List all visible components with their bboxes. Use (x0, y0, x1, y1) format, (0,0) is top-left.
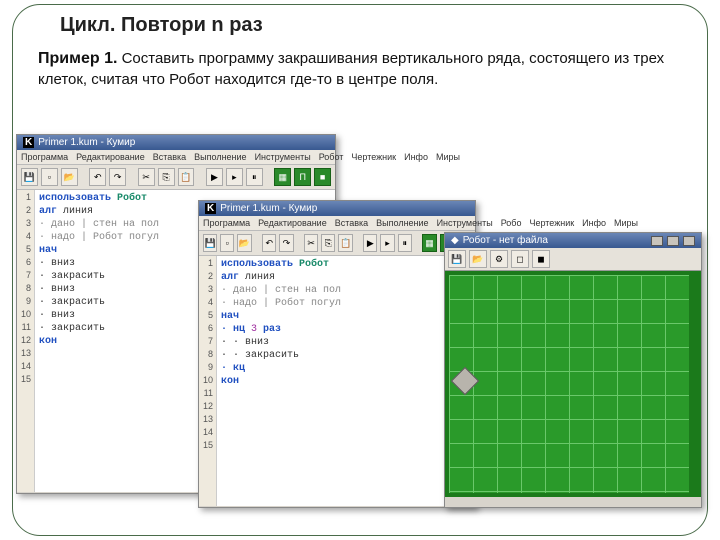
menu-item[interactable]: Вставка (335, 218, 368, 228)
menu-item[interactable]: Миры (614, 218, 638, 228)
window-title-1: Primer 1.kum - Кумир (38, 137, 135, 148)
grid-lines (449, 275, 689, 493)
paste-icon[interactable]: 📋 (338, 234, 352, 252)
paste-icon[interactable]: 📋 (178, 168, 195, 186)
menubar-1: Программа Редактирование Вставка Выполне… (17, 150, 335, 165)
app-icon: K (23, 137, 34, 148)
run-icon[interactable]: ▶ (206, 168, 223, 186)
menu-item[interactable]: Редактирование (76, 152, 145, 162)
menu-item[interactable]: Инструменты (255, 152, 311, 162)
titlebar-3: ◆ Робот - нет файла (445, 233, 701, 248)
step-icon[interactable]: ▸ (380, 234, 394, 252)
grid-icon[interactable]: ▦ (274, 168, 291, 186)
editor-area-2[interactable]: 123 456 789 101112 131415 использовать Р… (199, 256, 475, 506)
tool-icon[interactable]: ◼ (532, 250, 550, 268)
new-icon[interactable]: ▫ (41, 168, 58, 186)
tool-icon[interactable]: ⚙ (490, 250, 508, 268)
step-icon[interactable]: ▸ (226, 168, 243, 186)
tool-icon[interactable]: ◻ (511, 250, 529, 268)
save-icon[interactable]: 💾 (448, 250, 466, 268)
menu-item[interactable]: Инструменты (437, 218, 493, 228)
copy-icon[interactable]: ⎘ (158, 168, 175, 186)
robot-icon: ◆ (451, 235, 459, 246)
pause-icon[interactable]: ⏸ (398, 234, 412, 252)
cut-icon[interactable]: ✂ (304, 234, 318, 252)
menu-item[interactable]: Программа (21, 152, 68, 162)
example-label: Пример 1. (38, 50, 117, 67)
window-title-2: Primer 1.kum - Кумир (220, 203, 317, 214)
field-toolbar: 💾 📂 ⚙ ◻ ◼ (445, 248, 701, 271)
robot-grid[interactable] (449, 275, 689, 493)
open-icon[interactable]: 📂 (469, 250, 487, 268)
grid-icon[interactable]: ▦ (422, 234, 436, 252)
minimize-icon[interactable] (651, 236, 663, 246)
task-text: Составить программу закрашивания вертика… (38, 50, 664, 88)
field-body (445, 271, 701, 497)
line-gutter: 123 456 789 101112 131415 (17, 190, 35, 492)
titlebar-2: K Primer 1.kum - Кумир (199, 201, 475, 216)
save-icon[interactable]: 💾 (203, 234, 217, 252)
menu-item[interactable]: Инфо (404, 152, 428, 162)
new-icon[interactable]: ▫ (220, 234, 234, 252)
app-icon: K (205, 203, 216, 214)
square-icon[interactable]: ■ (314, 168, 331, 186)
undo-icon[interactable]: ↶ (89, 168, 106, 186)
menu-item[interactable]: Миры (436, 152, 460, 162)
window-title-3: Робот - нет файла (463, 235, 548, 246)
redo-icon[interactable]: ↷ (279, 234, 293, 252)
pause-icon[interactable]: ⏸ (246, 168, 263, 186)
toolbar-2: 💾 ▫ 📂 ↶ ↷ ✂ ⎘ 📋 ▶ ▸ ⏸ ▦ П ■ (199, 231, 475, 256)
code-area-2[interactable]: использовать Робот алг линия · дано | ст… (217, 256, 345, 506)
run-icon[interactable]: ▶ (363, 234, 377, 252)
titlebar-1: K Primer 1.kum - Кумир (17, 135, 335, 150)
save-icon[interactable]: 💾 (21, 168, 38, 186)
menu-item[interactable]: Программа (203, 218, 250, 228)
menubar-2: Программа Редактирование Вставка Выполне… (199, 216, 475, 231)
open-icon[interactable]: 📂 (61, 168, 78, 186)
maximize-icon[interactable] (667, 236, 679, 246)
code-area-1[interactable]: использовать Робот алг линия · дано | ст… (35, 190, 163, 492)
cut-icon[interactable]: ✂ (138, 168, 155, 186)
menu-item[interactable]: Чертежник (529, 218, 574, 228)
open-icon[interactable]: 📂 (237, 234, 251, 252)
close-icon[interactable] (683, 236, 695, 246)
copy-icon[interactable]: ⎘ (321, 234, 335, 252)
redo-icon[interactable]: ↷ (109, 168, 126, 186)
menu-item[interactable]: Чертежник (351, 152, 396, 162)
undo-icon[interactable]: ↶ (262, 234, 276, 252)
menu-item[interactable]: Выполнение (376, 218, 428, 228)
menu-item[interactable]: Инфо (582, 218, 606, 228)
menu-item[interactable]: Вставка (153, 152, 186, 162)
line-gutter: 123 456 789 101112 131415 (199, 256, 217, 506)
field-icon[interactable]: П (294, 168, 311, 186)
task-block: Пример 1. Составить программу закрашиван… (38, 48, 682, 90)
robot-field-window: ◆ Робот - нет файла 💾 📂 ⚙ ◻ ◼ (444, 232, 702, 508)
toolbar-1: 💾 ▫ 📂 ↶ ↷ ✂ ⎘ 📋 ▶ ▸ ⏸ ▦ П ■ (17, 165, 335, 190)
menu-item[interactable]: Робот (319, 152, 344, 162)
menu-item[interactable]: Выполнение (194, 152, 246, 162)
menu-item[interactable]: Робо (501, 218, 522, 228)
menu-item[interactable]: Редактирование (258, 218, 327, 228)
slide-title: Цикл. Повтори n раз (60, 14, 263, 37)
editor-window-2: K Primer 1.kum - Кумир Программа Редакти… (198, 200, 476, 508)
